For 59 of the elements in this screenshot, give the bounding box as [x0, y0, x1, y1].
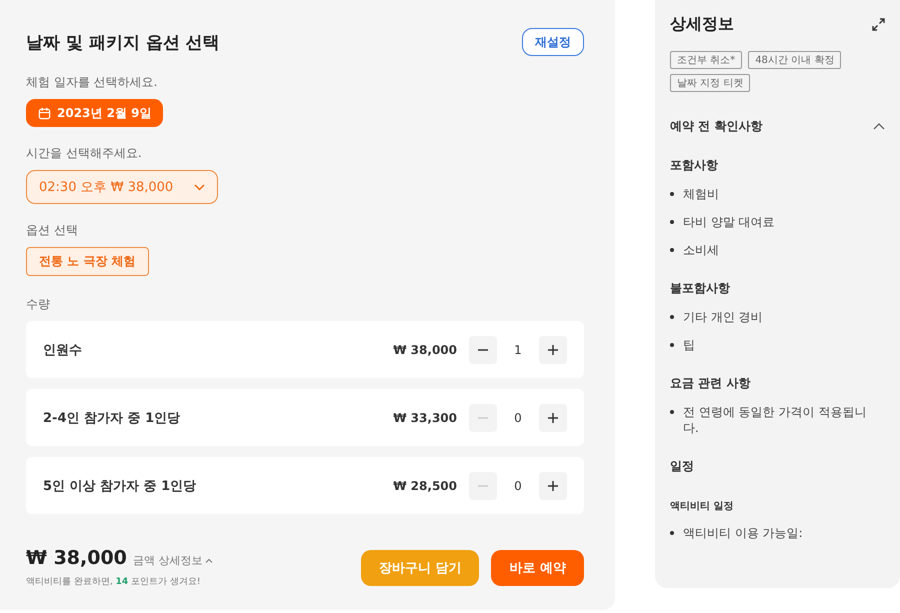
feature-tag: 48시간 이내 확정: [748, 51, 842, 69]
bullet-icon: [670, 220, 674, 224]
plus-button[interactable]: [539, 336, 567, 364]
chevron-up-icon: [873, 123, 885, 130]
date-label: 체험 일자를 선택하세요.: [26, 74, 158, 91]
bullet-icon: [670, 315, 674, 319]
add-to-cart-button[interactable]: 장바구니 담기: [360, 550, 480, 586]
price-details-toggle[interactable]: 금액 상세정보: [132, 553, 214, 568]
list-item: 전 연령에 동일한 가격이 적용됩니다.: [683, 404, 868, 436]
group-heading: 일정: [670, 458, 695, 475]
bullet-icon: [670, 410, 674, 414]
total-price: ₩ 38,000: [26, 547, 127, 569]
plus-button[interactable]: [539, 472, 567, 500]
book-now-button[interactable]: 바로 예약: [491, 550, 584, 586]
quantity-price: ₩ 38,000: [393, 342, 457, 356]
subheading: 액티비티 일정: [670, 500, 734, 513]
quantity-count: 0: [513, 410, 523, 424]
list-item: 팁: [683, 337, 695, 353]
quantity-price: ₩ 33,300: [393, 410, 457, 424]
details-title: 상세정보: [670, 14, 734, 35]
bullet-icon: [670, 531, 674, 535]
plus-icon: [547, 480, 559, 492]
list-item: 체험비: [683, 186, 719, 202]
section-header[interactable]: 예약 전 확인사항: [670, 118, 885, 135]
quantity-name: 인원수: [43, 342, 83, 358]
quantity-count: 1: [513, 342, 523, 356]
list-item: 액티비티 이용 가능일:: [683, 525, 803, 541]
quantity-label: 수량: [26, 296, 51, 313]
group-heading: 포함사항: [670, 157, 719, 174]
feature-tag: 조건부 취소*: [670, 51, 742, 69]
chevron-up-icon: [205, 558, 214, 563]
reset-button[interactable]: 재설정: [522, 28, 584, 56]
list-item: 기타 개인 경비: [683, 309, 763, 325]
feature-tag: 날짜 지정 티켓: [670, 74, 750, 92]
quantity-price: ₩ 28,500: [393, 478, 457, 492]
date-button[interactable]: 2023년 2월 9일: [26, 99, 164, 127]
panel-title: 날짜 및 패키지 옵션 선택: [26, 32, 220, 54]
option-label: 옵션 선택: [26, 222, 79, 239]
bullet-icon: [670, 192, 674, 196]
expand-icon[interactable]: [872, 18, 885, 31]
bullet-icon: [670, 343, 674, 347]
chevron-down-icon: [194, 184, 205, 190]
option-chip[interactable]: 전통 노 극장 체험: [26, 247, 149, 276]
time-dropdown[interactable]: 02:30 오후 ₩ 38,000: [26, 170, 218, 204]
quantity-name: 5인 이상 참가자 중 1인당: [43, 478, 198, 494]
group-heading: 불포함사항: [670, 280, 731, 297]
group-heading: 요금 관련 사항: [670, 375, 752, 392]
calendar-icon: [38, 106, 51, 120]
points-note: 액티비티를 완료하면, 14 포인트가 생겨요!: [26, 576, 202, 588]
list-item: 소비세: [683, 242, 719, 258]
bullet-icon: [670, 248, 674, 252]
quantity-name: 2-4인 참가자 중 1인당: [43, 410, 182, 426]
plus-icon: [547, 344, 559, 356]
plus-button[interactable]: [539, 404, 567, 432]
quantity-count: 0: [513, 478, 523, 492]
time-label: 시간을 선택해주세요.: [26, 145, 143, 162]
plus-icon: [547, 412, 559, 424]
minus-button[interactable]: [469, 336, 497, 364]
list-item: 타비 양말 대여료: [683, 214, 775, 230]
